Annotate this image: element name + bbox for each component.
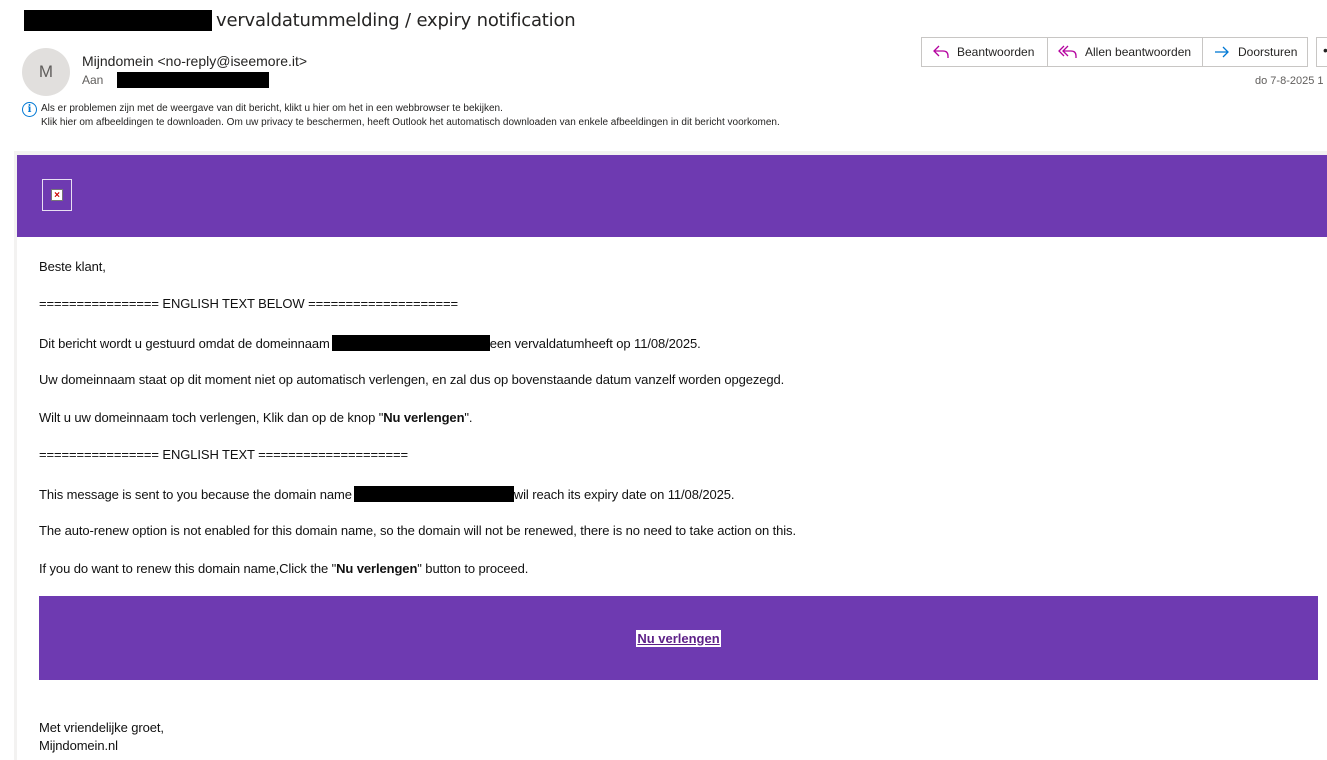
message-actions: Beantwoorden Allen beantwoorden Doorstur… xyxy=(921,37,1308,67)
nl-paragraph-2: Uw domeinnaam staat op dit moment niet o… xyxy=(39,372,785,387)
forward-label: Doorsturen xyxy=(1238,45,1298,59)
reply-label: Beantwoorden xyxy=(957,45,1035,59)
reply-button[interactable]: Beantwoorden xyxy=(921,37,1047,67)
redacted-domain xyxy=(353,486,514,502)
en-paragraph-2: The auto-renew option is not enabled for… xyxy=(39,523,796,538)
nl-paragraph-3: Wilt u uw domeinnaam toch verlengen, Kli… xyxy=(39,410,473,425)
reply-all-button[interactable]: Allen beantwoorden xyxy=(1047,37,1202,67)
en-paragraph-1-start: This message is sent to you because the … xyxy=(39,486,352,502)
forward-button[interactable]: Doorsturen xyxy=(1202,37,1308,67)
to-label: Aan xyxy=(82,73,104,87)
nl-paragraph-1: Dit bericht wordt u gestuurd omdat de do… xyxy=(39,335,701,351)
redacted-domain xyxy=(331,335,490,351)
greeting: Beste klant, xyxy=(39,259,106,274)
en-paragraph-1-end: wil reach its expiry date on 11/08/2025. xyxy=(513,486,735,502)
renew-now-button[interactable]: Nu verlengen xyxy=(636,629,721,647)
reply-arrow-icon xyxy=(932,44,950,60)
brand-banner xyxy=(17,155,1327,237)
reply-all-arrow-icon xyxy=(1058,44,1078,60)
broken-image-glyph: × xyxy=(51,189,63,201)
closing: Met vriendelijke groet, xyxy=(39,720,164,735)
recipient-row: Aan xyxy=(82,72,270,88)
broken-image-icon[interactable]: × xyxy=(42,179,72,211)
nl-paragraph-3-bold: Nu verlengen xyxy=(383,410,465,425)
download-images-link[interactable]: Klik hier om afbeeldingen te downloaden.… xyxy=(41,117,780,128)
redacted-recipient[interactable] xyxy=(117,72,270,88)
email-reading-pane: vervaldatummelding / expiry notification… xyxy=(0,0,1327,760)
more-actions-button[interactable]: • xyxy=(1316,37,1327,67)
sender-avatar[interactable]: M xyxy=(22,48,70,96)
separator-english-below: ================ ENGLISH TEXT BELOW ====… xyxy=(39,296,458,311)
cta-band: Nu verlengen xyxy=(39,596,1318,680)
view-in-browser-link[interactable]: Als er problemen zijn met de weergave va… xyxy=(41,103,503,114)
redacted-block xyxy=(24,9,212,31)
info-icon: i xyxy=(22,102,37,117)
en-paragraph-3-end: " button to proceed. xyxy=(417,561,529,576)
en-paragraph-1: This message is sent to you because the … xyxy=(39,486,734,502)
reply-all-label: Allen beantwoorden xyxy=(1085,45,1192,59)
nl-paragraph-1-end: een vervaldatumheeft op 11/08/2025. xyxy=(489,335,701,351)
email-subject: vervaldatummelding / expiry notification xyxy=(216,9,576,31)
subject-row: vervaldatummelding / expiry notification xyxy=(24,8,576,32)
nl-paragraph-3-start: Wilt u uw domeinnaam toch verlengen, Kli… xyxy=(39,410,384,425)
en-paragraph-3: If you do want to renew this domain name… xyxy=(39,561,528,576)
signature: Mijndomein.nl xyxy=(39,738,118,753)
nl-paragraph-1-start: Dit bericht wordt u gestuurd omdat de do… xyxy=(39,335,330,351)
en-paragraph-3-start: If you do want to renew this domain name… xyxy=(39,561,337,576)
sender-address[interactable]: Mijndomein <no-reply@iseemore.it> xyxy=(82,53,307,69)
forward-arrow-icon xyxy=(1213,44,1231,60)
separator-english: ================ ENGLISH TEXT ==========… xyxy=(39,447,408,462)
received-date: do 7-8-2025 1 xyxy=(1255,75,1324,87)
en-paragraph-3-bold: Nu verlengen xyxy=(336,561,418,576)
nl-paragraph-3-end: ". xyxy=(464,410,473,425)
